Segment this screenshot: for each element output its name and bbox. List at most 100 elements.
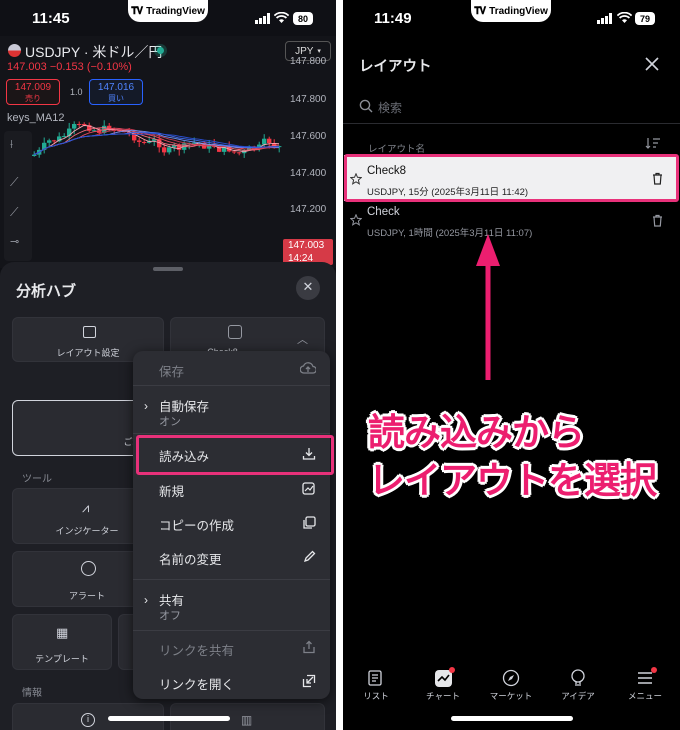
menu-save-label: 保存	[159, 365, 185, 379]
tab-menu-label: メニュー	[627, 691, 662, 701]
candle-body	[232, 151, 237, 153]
candle-body	[137, 140, 142, 142]
brand-label: TradingView	[146, 5, 205, 17]
tab-market-label: マーケット	[489, 691, 533, 701]
tab-ideas[interactable]: アイデア	[548, 666, 608, 706]
symbol-title[interactable]: USDJPY · 米ドル／円	[25, 42, 162, 62]
wifi-icon	[617, 12, 632, 23]
chevron-right-icon: ›	[144, 399, 148, 413]
candle-body	[142, 141, 147, 143]
notification-dot	[651, 667, 657, 673]
menu-new-label: 新規	[159, 485, 185, 499]
annotation-arrow	[476, 234, 500, 380]
candle-body	[262, 138, 267, 145]
menu-new[interactable]: 新規	[133, 472, 330, 506]
home-indicator[interactable]	[451, 716, 573, 721]
star-icon[interactable]	[350, 214, 362, 226]
candle-body	[162, 147, 167, 153]
trash-icon[interactable]	[652, 214, 663, 227]
sell-price: 147.009	[14, 82, 52, 93]
ray-icon[interactable]: ⟋	[10, 205, 18, 220]
sheet-title: 分析ハブ	[16, 283, 77, 300]
search-input[interactable]: 検索	[343, 92, 680, 122]
tools-section-label: ツール	[22, 474, 52, 485]
caption-line-1: 読み込みから	[368, 411, 585, 454]
buy-price: 147.016	[97, 82, 135, 93]
menu-rename[interactable]: 名前の変更	[133, 540, 330, 574]
search-icon	[359, 99, 373, 113]
candle-body	[237, 152, 242, 154]
status-time: 11:45	[32, 10, 70, 27]
price-change: 147.003 −0.153 (−0.10%)	[7, 61, 132, 73]
sheet-grabber[interactable]	[153, 267, 183, 271]
info-icon: i	[81, 713, 95, 727]
menu-open-link[interactable]: リンクを開く	[133, 665, 330, 699]
chevron-up-icon[interactable]: ︿	[297, 331, 308, 347]
check8-highlight-box	[344, 154, 679, 202]
compass-icon	[502, 669, 520, 687]
signal-icon	[255, 13, 270, 24]
menu-save[interactable]: 保存	[133, 351, 330, 385]
tradingview-pill: 𝐓𝐕 TradingView	[471, 0, 551, 22]
buy-label: 買い	[108, 94, 124, 103]
sell-label: 売り	[25, 94, 41, 103]
search-divider	[343, 123, 680, 124]
info-section-label: 情報	[22, 688, 42, 699]
menu-share[interactable]: › 共有 オフ	[133, 580, 330, 626]
close-icon[interactable]: ✕	[296, 276, 320, 300]
battery-indicator: 80	[293, 12, 313, 25]
menu-copy-label: コピーの作成	[159, 519, 235, 533]
horizontal-line-icon[interactable]: ⊸	[10, 235, 19, 248]
market-open-icon	[157, 47, 164, 54]
open-link-icon	[302, 674, 316, 688]
menu-autosave-state: オン	[159, 416, 181, 428]
left-phone-screen: 11:45 𝐓𝐕 TradingView 80 USDJPY · 米ドル／円 J…	[0, 0, 336, 730]
tab-chart[interactable]: チャート	[413, 666, 473, 706]
chart-layout-icon	[228, 325, 242, 339]
drawing-toolbar: ⟊ ⟋ ⟋ ⊸	[4, 131, 32, 261]
layout-row-check[interactable]: Check USDJPY, 1時間 (2025年3月11日 11:07)	[344, 202, 678, 242]
caption-line-2: レイアウトを選択	[368, 459, 657, 502]
sort-icon[interactable]	[645, 137, 661, 149]
search-placeholder: 検索	[378, 101, 403, 115]
tab-menu[interactable]: メニュー	[615, 666, 675, 706]
copy-icon	[303, 516, 316, 529]
menu-autosave[interactable]: › 自動保存 オン	[133, 386, 330, 432]
y-axis-label: 147.800	[290, 94, 327, 105]
spread-value: 1.0	[70, 87, 83, 97]
close-icon[interactable]	[645, 57, 659, 71]
tab-list[interactable]: リスト	[346, 666, 406, 706]
tradingview-logo-icon: 𝐓𝐕	[474, 5, 486, 17]
templates-grid-icon: ▦	[56, 626, 69, 641]
templates-label: テンプレート	[35, 654, 89, 664]
templates-tile[interactable]: ▦ テンプレート	[12, 614, 112, 670]
menu-divider	[133, 433, 330, 434]
tab-ideas-label: アイデア	[561, 691, 595, 701]
price-chart-svg	[32, 120, 282, 158]
lightbulb-icon	[571, 669, 585, 686]
column-header: レイアウト名	[368, 144, 426, 155]
buy-button[interactable]: 147.016 買い	[89, 79, 143, 105]
tab-market[interactable]: マーケット	[481, 666, 541, 706]
home-indicator[interactable]	[108, 716, 230, 721]
usdjpy-flag-icon	[8, 44, 21, 57]
y-axis-label: 147.800	[290, 56, 327, 67]
y-axis-label: 147.200	[290, 204, 327, 215]
cloud-upload-icon	[300, 362, 316, 374]
share-icon	[303, 640, 315, 654]
battery-indicator: 79	[635, 12, 655, 25]
bar-chart-icon: ▥	[241, 713, 253, 727]
sell-button[interactable]: 147.009 売り	[6, 79, 60, 105]
menu-copy[interactable]: コピーの作成	[133, 506, 330, 540]
chevron-down-icon: ▾	[317, 48, 321, 55]
pencil-icon	[303, 550, 316, 563]
candle-body	[47, 140, 52, 143]
panel-divider	[336, 0, 343, 730]
menu-share-link[interactable]: リンクを共有	[133, 631, 330, 665]
cursor-icon[interactable]: ⟊	[10, 137, 13, 152]
wifi-icon	[274, 12, 289, 23]
tradingview-logo-icon: 𝐓𝐕	[131, 5, 143, 17]
trend-line-icon[interactable]: ⟋	[10, 175, 18, 190]
hamburger-menu-icon	[638, 672, 652, 684]
chart-panel[interactable]: USDJPY · 米ドル／円 JPY ▾ 147.003 −0.153 (−0.…	[0, 36, 336, 268]
